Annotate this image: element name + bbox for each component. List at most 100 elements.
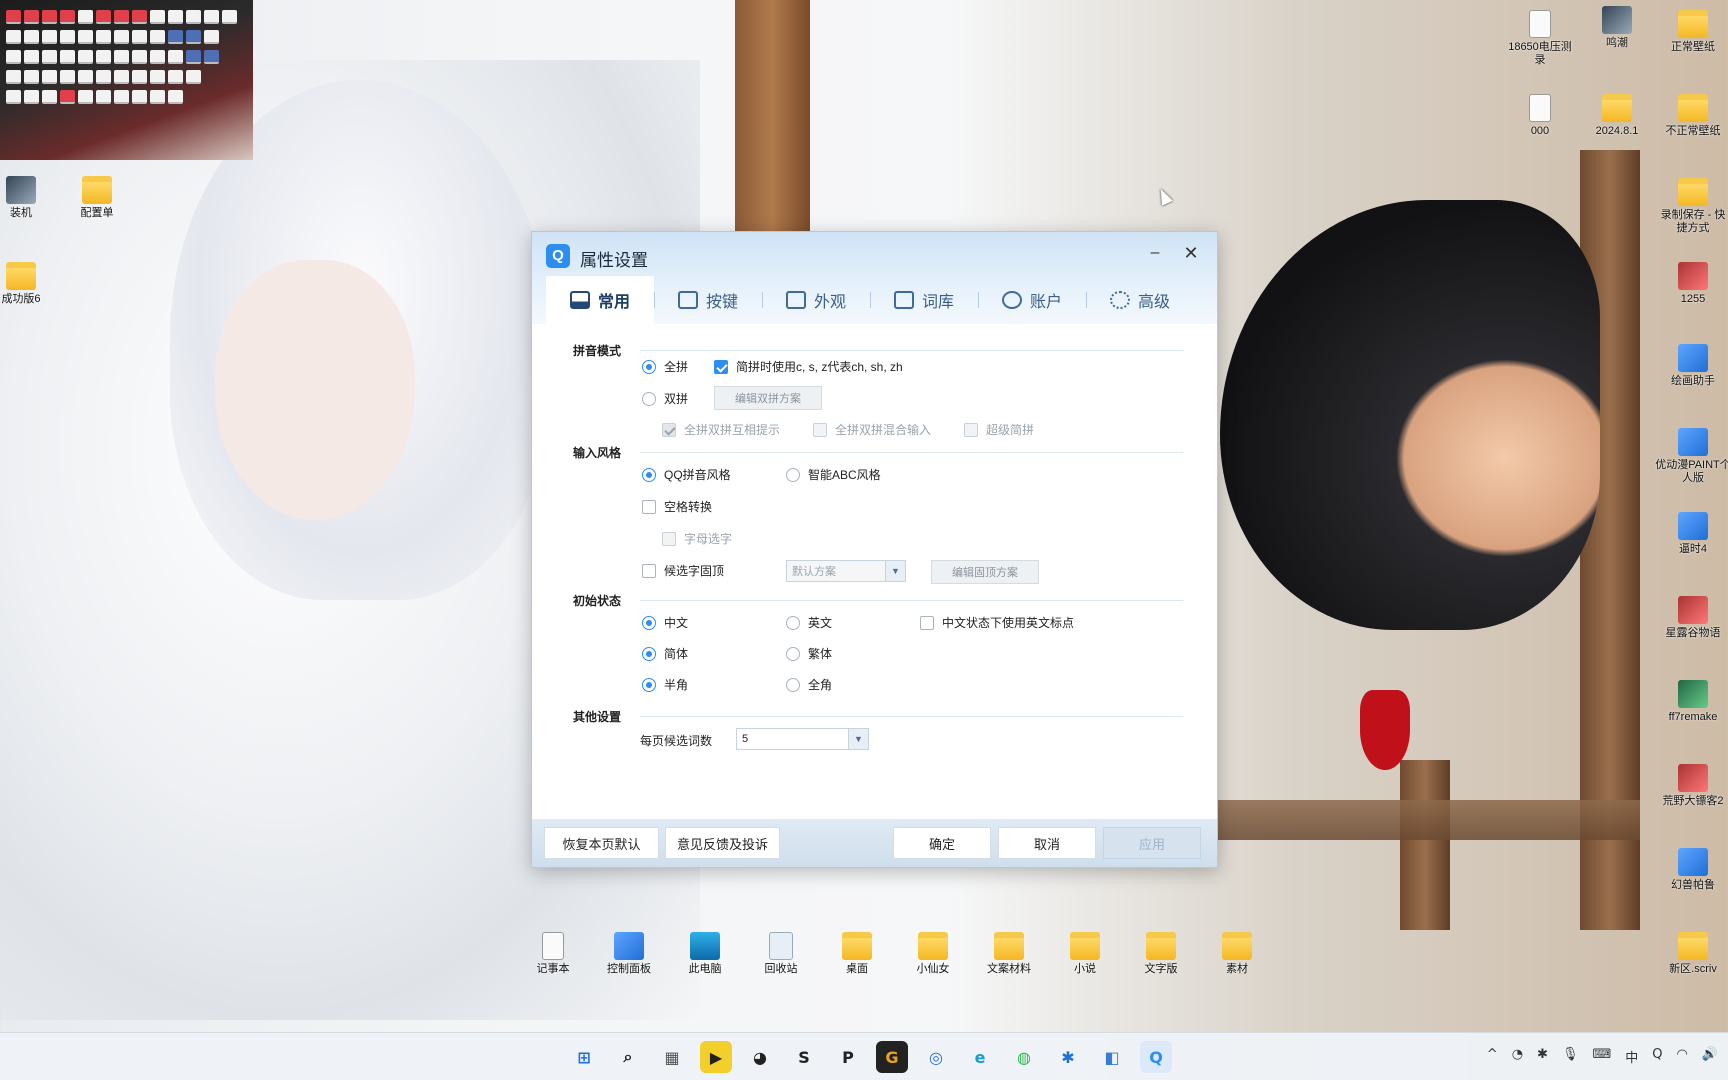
desktop-icon[interactable]: 幻兽帕鲁 [1658,848,1728,892]
keyboard-icon[interactable]: ⌨ [1592,1047,1611,1066]
desktop-icon[interactable]: 荒野大镖客2 [1658,764,1728,808]
desktop-icon[interactable]: ff7remake [1658,680,1728,724]
radio-halfwidth[interactable]: 半角 [642,676,688,693]
tab-account[interactable]: 账户 [978,276,1086,324]
desktop-icon[interactable]: 000 [1505,94,1575,138]
desktop-icon[interactable]: 优动漫PAINT个人版 [1650,428,1728,485]
desktop-icon-label: 回收站 [764,963,798,975]
p-app-icon[interactable]: P [832,1041,864,1073]
edit-pin-scheme-button[interactable]: 编辑固顶方案 [931,560,1039,584]
screen-shot-icon [6,176,36,204]
tab-dictionary[interactable]: 词库 [870,276,978,324]
desktop-icon[interactable]: 新区.scriv [1658,932,1728,976]
section-title-initial: 初始状态 [573,594,622,608]
gear-icon [1109,291,1130,309]
browser-icon[interactable]: ◎ [920,1041,952,1073]
per-page-select[interactable]: 5 ▼ [736,728,869,750]
radio-shuangpin[interactable]: 双拼 [642,390,688,407]
qq-pinyin-taskbar-icon[interactable]: Q [1140,1041,1172,1073]
desktop-icon[interactable]: 配置单 [62,176,132,220]
desktop-icon[interactable]: 素材 [1202,932,1272,976]
desktop-icon[interactable]: 星露谷物语 [1658,596,1728,640]
radio-chinese[interactable]: 中文 [642,614,688,631]
desktop-icon[interactable]: 回收站 [746,932,816,976]
desktop-icon[interactable]: 录制保存 - 快捷方式 [1658,178,1728,235]
restore-defaults-button[interactable]: 恢复本页默认 [544,827,659,859]
minimize-button[interactable]: – [1143,242,1167,266]
show-hidden-icons-icon[interactable]: ^ [1487,1047,1498,1066]
desktop-icon[interactable]: 桌面 [822,932,892,976]
desktop-icon[interactable]: 控制面板 [594,932,664,976]
ok-button[interactable]: 确定 [893,827,991,859]
desktop-icon-label: 鸣潮 [1606,37,1628,49]
radio-english[interactable]: 英文 [786,614,832,631]
desktop-icon[interactable]: 鸣潮 [1582,6,1652,50]
desktop-icon[interactable]: 18650电压测录 [1505,10,1575,67]
tab-appearance[interactable]: 外观 [762,276,870,324]
app-icon [1678,512,1708,540]
option-label: 中文状态下使用英文标点 [942,616,1075,630]
desktop-icon[interactable]: 小仙女 [898,932,968,976]
calculator-icon[interactable]: ▦ [656,1041,688,1073]
checkbox-letter-select[interactable]: 字母选字 [662,530,732,547]
checkbox-space-convert[interactable]: 空格转换 [642,498,712,515]
tray-app-icon[interactable]: ◔ [1512,1047,1523,1066]
keyboard-row [6,70,201,86]
folder-icon [1678,10,1708,38]
potplayer-icon[interactable]: ▶ [700,1041,732,1073]
s-app-icon[interactable]: S [788,1041,820,1073]
section-title-pinyin: 拼音模式 [573,344,622,358]
settings-app-icon[interactable]: ◧ [1096,1041,1128,1073]
edit-shuangpin-button[interactable]: 编辑双拼方案 [714,386,822,410]
desktop-icon[interactable]: 记事本 [518,932,588,976]
close-button[interactable]: ✕ [1179,242,1203,266]
checkbox-jianpin-czs[interactable]: 简拼时使用c, s, z代表ch, sh, zh [714,358,903,375]
desktop-icon-label: 录制保存 - 快捷方式 [1660,209,1726,234]
input-language-icon[interactable]: 中 [1625,1047,1638,1066]
volume-icon[interactable]: 🔊 [1702,1047,1718,1066]
wechat-icon[interactable]: ◍ [1008,1041,1040,1073]
desktop-icon[interactable]: 1255 [1658,262,1728,306]
option-label: 候选字固顶 [664,564,725,578]
desktop-icon[interactable]: 小说 [1050,932,1120,976]
checkbox-pinyin-hint[interactable]: 全拼双拼互相提示 [662,421,780,438]
tab-advanced[interactable]: 高级 [1086,276,1194,324]
pin-scheme-select[interactable]: 默认方案 ▼ [786,560,906,582]
panda-app-icon[interactable]: ◕ [744,1041,776,1073]
microphone-icon[interactable]: 🎙 [1562,1047,1579,1066]
desktop-icon[interactable]: 绘画助手 [1658,344,1728,388]
desktop-icon[interactable]: 文字版 [1126,932,1196,976]
radio-qq-style[interactable]: QQ拼音风格 [642,466,731,483]
g-app-icon[interactable]: G [876,1041,908,1073]
checkbox-candidate-pin[interactable]: 候选字固顶 [642,562,724,579]
radio-fullwidth[interactable]: 全角 [786,676,832,693]
cancel-button[interactable]: 取消 [998,827,1096,859]
tab-general[interactable]: 常用 [546,276,654,324]
desktop-icon[interactable]: 2024.8.1 [1582,94,1652,138]
apply-button[interactable]: 应用 [1103,827,1201,859]
desktop-icon[interactable]: 不正常壁纸 [1658,94,1728,138]
tab-keys[interactable]: 按键 [654,276,762,324]
checkbox-english-punct[interactable]: 中文状态下使用英文标点 [920,614,1074,631]
search-icon[interactable]: ⌕ [612,1041,644,1073]
desktop-icon[interactable]: 正常壁纸 [1658,10,1728,54]
radio-simplified[interactable]: 简体 [642,645,688,662]
start-icon[interactable]: ⊞ [568,1041,600,1073]
desktop-icon[interactable]: 文案材料 [974,932,1044,976]
radio-quanpin[interactable]: 全拼 [642,358,688,375]
radio-abc-style[interactable]: 智能ABC风格 [786,466,881,483]
wifi-icon[interactable]: ◠ [1676,1047,1687,1066]
option-label: QQ拼音风格 [664,468,731,482]
edge-icon[interactable]: e [964,1041,996,1073]
desktop-icon[interactable]: 装机 [0,176,56,220]
checkbox-pinyin-mixed[interactable]: 全拼双拼混合输入 [813,421,931,438]
desktop-icon[interactable]: 成功版6 [0,262,56,306]
qq-pinyin-tray-icon[interactable]: Q [1652,1047,1662,1066]
checkbox-super-jianpin[interactable]: 超级简拼 [964,421,1034,438]
tray-app-icon[interactable]: ✱ [1537,1047,1548,1066]
radio-traditional[interactable]: 繁体 [786,645,832,662]
desktop-icon[interactable]: 此电脑 [670,932,740,976]
star-app-icon[interactable]: ✱ [1052,1041,1084,1073]
desktop-icon[interactable]: 逼时4 [1658,512,1728,556]
feedback-button[interactable]: 意见反馈及投诉 [665,827,780,859]
